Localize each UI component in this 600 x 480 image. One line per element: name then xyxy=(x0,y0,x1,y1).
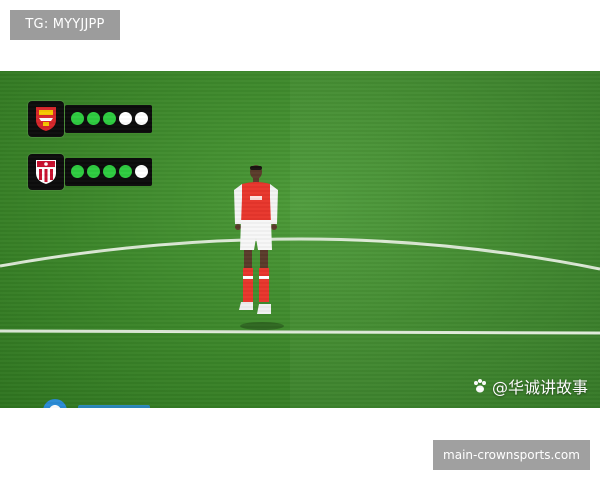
form-dot-2 xyxy=(87,165,100,178)
watermark: @华诚讲故事 xyxy=(472,374,588,398)
form-dot-4 xyxy=(119,112,132,125)
paw-icon xyxy=(473,379,486,393)
form-dot-2 xyxy=(87,112,100,125)
team-form-row-away xyxy=(28,154,152,190)
player-figure xyxy=(226,164,286,339)
broadcast-logo-partial xyxy=(43,399,150,408)
form-dot-3 xyxy=(103,112,116,125)
athletic-club-crest-icon xyxy=(28,154,64,190)
form-dots xyxy=(65,105,152,133)
form-dot-3 xyxy=(103,165,116,178)
form-dot-1 xyxy=(71,112,84,125)
form-dots xyxy=(65,158,152,186)
form-dot-5 xyxy=(135,112,148,125)
arsenal-crest-icon xyxy=(28,101,64,137)
team-form-row-home xyxy=(28,101,152,137)
form-dot-4 xyxy=(119,165,132,178)
site-badge: main-crownsports.com xyxy=(433,440,590,470)
watermark-text: @华诚讲故事 xyxy=(491,378,588,397)
form-dot-5 xyxy=(135,165,148,178)
top-tag: TG: MYYJJPP xyxy=(10,10,120,40)
football-pitch-image: @华诚讲故事 xyxy=(0,71,600,408)
form-dot-1 xyxy=(71,165,84,178)
